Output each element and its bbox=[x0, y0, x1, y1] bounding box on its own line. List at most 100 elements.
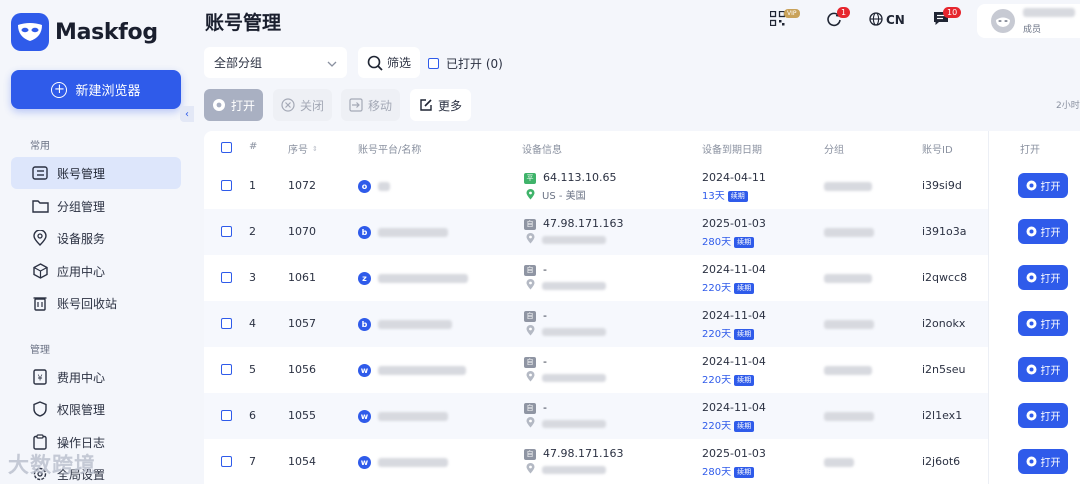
location-pin-icon bbox=[526, 417, 535, 431]
open-browser-button[interactable]: 打开 bbox=[1018, 357, 1068, 382]
location-icon bbox=[31, 229, 49, 247]
group-name-redacted bbox=[824, 274, 872, 283]
open-browser-button[interactable]: 打开 bbox=[1018, 173, 1068, 198]
group-name-redacted bbox=[824, 412, 874, 421]
location-pin-icon bbox=[526, 189, 535, 203]
renew-button[interactable]: 续期 bbox=[734, 466, 755, 478]
qr-code-button[interactable]: VIP bbox=[769, 9, 800, 30]
open-browser-label: 打开 bbox=[1040, 458, 1061, 469]
app-name: Maskfog bbox=[55, 19, 158, 45]
sidebar-item-device-service[interactable]: 设备服务 bbox=[11, 222, 181, 254]
sidebar-item-label: 权限管理 bbox=[57, 402, 106, 417]
account-name-redacted bbox=[378, 458, 448, 467]
select-all-checkbox[interactable] bbox=[221, 142, 232, 153]
language-switch[interactable]: CN bbox=[869, 10, 905, 30]
sidebar-item-label: 操作日志 bbox=[57, 435, 106, 450]
new-browser-button[interactable]: + 新建浏览器 bbox=[11, 70, 181, 109]
more-actions-button[interactable]: 更多 bbox=[410, 89, 471, 121]
renew-button[interactable]: 续期 bbox=[727, 190, 748, 202]
sidebar: Maskfog + 新建浏览器 ‹ 常用 账号管理 分组管理 设备服务 应用中心… bbox=[0, 0, 195, 484]
table-row[interactable]: 1 1072 o 平 64.113.10.65 US - 美国 2024-04-11 13天续… bbox=[204, 163, 1080, 209]
sidebar-item-account-management[interactable]: 账号管理 bbox=[11, 157, 181, 189]
row-checkbox[interactable] bbox=[221, 364, 232, 375]
open-browser-button[interactable]: 打开 bbox=[1018, 403, 1068, 428]
collapse-sidebar-icon[interactable]: ‹ bbox=[180, 106, 194, 122]
open-browser-button[interactable]: 打开 bbox=[1018, 265, 1068, 290]
checkbox[interactable] bbox=[428, 58, 439, 69]
user-menu[interactable]: 成员 bbox=[977, 4, 1080, 38]
platform-icon: w bbox=[358, 364, 371, 377]
group-select-value: 全部分组 bbox=[214, 56, 263, 70]
batch-move-button[interactable]: 移动 bbox=[341, 89, 400, 121]
sidebar-item-group-management[interactable]: 分组管理 bbox=[11, 190, 181, 222]
account-id: i2j6ot6 bbox=[922, 455, 961, 468]
column-header-group: 分组 bbox=[824, 145, 844, 156]
row-seq: 1057 bbox=[288, 317, 316, 330]
table-row[interactable]: 6 1055 w 自 - 2024-11-04 220天 续期 i2l1ex1 bbox=[204, 393, 1080, 439]
device-location-redacted bbox=[542, 328, 606, 336]
expiry-remaining: 280天 续期 bbox=[702, 233, 755, 248]
table-row[interactable]: 5 1056 w 自 - 2024-11-04 220天 续期 i2n5seu bbox=[204, 347, 1080, 393]
sidebar-item-recycle-bin[interactable]: 账号回收站 bbox=[11, 287, 181, 319]
row-checkbox[interactable] bbox=[221, 226, 232, 237]
messages-button[interactable]: 10 bbox=[933, 7, 962, 30]
renew-button[interactable]: 续期 bbox=[734, 236, 755, 248]
expiry-date: 2024-11-04 bbox=[702, 263, 766, 276]
device-ip: - bbox=[543, 263, 547, 276]
edit-icon bbox=[419, 98, 433, 112]
sort-icon: ⇕ bbox=[312, 144, 318, 153]
search-icon bbox=[367, 55, 383, 71]
row-checkbox[interactable] bbox=[221, 410, 232, 421]
renew-button[interactable]: 续期 bbox=[734, 374, 755, 386]
section-title-manage: 管理 bbox=[30, 345, 50, 356]
filter-button[interactable]: 筛选 bbox=[358, 47, 420, 78]
open-browser-button[interactable]: 打开 bbox=[1018, 449, 1068, 474]
row-checkbox[interactable] bbox=[221, 180, 232, 191]
chrome-icon bbox=[1026, 180, 1037, 191]
device-location-redacted bbox=[542, 282, 606, 290]
message-count-badge: 10 bbox=[943, 7, 962, 18]
row-index: 4 bbox=[249, 317, 256, 330]
mask-logo-icon bbox=[11, 13, 49, 51]
batch-open-button[interactable]: 打开 bbox=[204, 89, 263, 121]
sync-button[interactable]: 1 bbox=[826, 7, 851, 30]
open-browser-button[interactable]: 打开 bbox=[1018, 311, 1068, 336]
open-browser-button[interactable]: 打开 bbox=[1018, 219, 1068, 244]
sidebar-item-label: 费用中心 bbox=[57, 370, 106, 385]
sidebar-item-label: 账号管理 bbox=[57, 166, 106, 181]
location-pin-icon bbox=[526, 233, 535, 247]
expiry-remaining: 220天 续期 bbox=[702, 417, 755, 432]
row-checkbox[interactable] bbox=[221, 318, 232, 329]
table-row[interactable]: 7 1054 w 自 47.98.171.163 2025-01-03 280天 续期 i2j6… bbox=[204, 439, 1080, 484]
column-header-platform: 账号平台/名称 bbox=[358, 145, 422, 156]
device-type-tag: 自 bbox=[524, 218, 536, 230]
sidebar-item-billing[interactable]: ¥ 费用中心 bbox=[11, 361, 181, 393]
batch-close-button[interactable]: 关闭 bbox=[273, 89, 332, 121]
renew-button[interactable]: 续期 bbox=[734, 282, 755, 294]
column-header-expiry: 设备到期日期 bbox=[702, 145, 762, 156]
chrome-icon bbox=[1026, 410, 1037, 421]
opened-filter-checkbox[interactable]: 已打开 (0) bbox=[428, 55, 503, 72]
platform-icon: b bbox=[358, 318, 371, 331]
column-header-seq[interactable]: 序号 ⇕ bbox=[288, 141, 318, 157]
user-role: 成员 bbox=[1023, 25, 1042, 35]
renew-button[interactable]: 续期 bbox=[734, 420, 755, 432]
expiry-date: 2024-11-04 bbox=[702, 309, 766, 322]
account-list-icon bbox=[31, 164, 49, 182]
sidebar-item-app-center[interactable]: 应用中心 bbox=[11, 255, 181, 287]
app-logo[interactable]: Maskfog bbox=[11, 13, 158, 51]
group-select[interactable]: 全部分组 bbox=[204, 47, 347, 78]
device-type-tag: 自 bbox=[524, 264, 536, 276]
table-row[interactable]: 3 1061 z 自 - 2024-11-04 220天 续期 i2qwcc8 bbox=[204, 255, 1080, 301]
row-checkbox[interactable] bbox=[221, 456, 232, 467]
svg-text:¥: ¥ bbox=[37, 374, 42, 383]
row-checkbox[interactable] bbox=[221, 272, 232, 283]
account-id: i2onokx bbox=[922, 317, 966, 330]
table-row[interactable]: 4 1057 b 自 - 2024-11-04 220天 续期 i2onokx bbox=[204, 301, 1080, 347]
renew-button[interactable]: 续期 bbox=[734, 328, 755, 340]
device-type-tag: 自 bbox=[524, 448, 536, 460]
sidebar-item-permissions[interactable]: 权限管理 bbox=[11, 393, 181, 425]
expiry-date: 2024-11-04 bbox=[702, 355, 766, 368]
table-row[interactable]: 2 1070 b 自 47.98.171.163 2025-01-03 280天 续期 i391… bbox=[204, 209, 1080, 255]
group-name-redacted bbox=[824, 458, 854, 467]
